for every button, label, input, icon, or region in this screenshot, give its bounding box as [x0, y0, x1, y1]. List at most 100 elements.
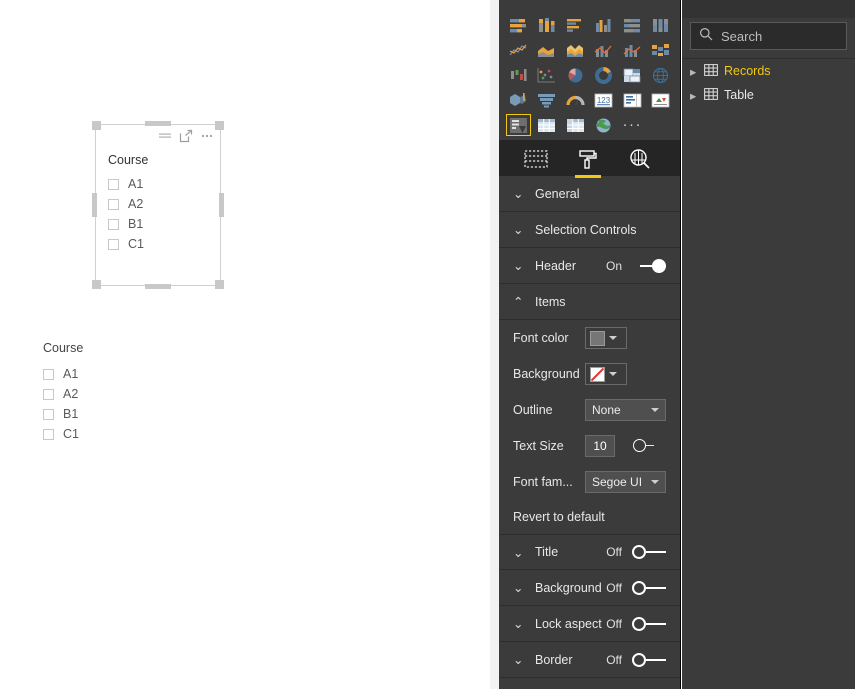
lock-aspect-toggle[interactable]: [632, 616, 666, 631]
items-background-color-picker[interactable]: [585, 363, 627, 385]
stacked-column-chart-icon[interactable]: [534, 14, 559, 36]
multi-row-card-icon[interactable]: [620, 89, 645, 111]
border-toggle[interactable]: [632, 652, 666, 667]
slicer-item[interactable]: A2: [43, 384, 193, 404]
clustered-bar-chart-icon[interactable]: [563, 14, 588, 36]
table-icon[interactable]: [534, 114, 559, 136]
background-toggle[interactable]: [632, 580, 666, 595]
ribbon-chart-icon[interactable]: [648, 39, 673, 61]
fields-pane: Search ▸ Records ▸ Table: [682, 0, 855, 689]
more-options-icon[interactable]: [200, 129, 214, 143]
gallery-empty-slot: [648, 114, 673, 136]
matrix-icon[interactable]: [563, 114, 588, 136]
items-background-label: Background: [513, 367, 580, 381]
area-chart-icon[interactable]: [534, 39, 559, 61]
treemap-icon[interactable]: [620, 64, 645, 86]
field-table-records[interactable]: ▸ Records: [682, 59, 855, 83]
toggle-knob: [632, 652, 646, 667]
field-table-table[interactable]: ▸ Table: [682, 83, 855, 107]
card-icon[interactable]: 123: [591, 89, 616, 111]
chevron-down-icon: ⌄: [513, 187, 524, 201]
title-toggle[interactable]: [632, 545, 666, 559]
outline-value: None: [592, 403, 621, 417]
slicer-item-label: A2: [128, 197, 144, 211]
section-label: Header: [535, 258, 576, 273]
filter-sort-icon[interactable]: [158, 129, 172, 143]
chevron-right-icon[interactable]: ▸: [690, 88, 698, 103]
active-tab-indicator: [575, 175, 601, 178]
outline-dropdown[interactable]: None: [585, 399, 666, 421]
slicer-visual-plain[interactable]: Course A1 A2 B1 C1: [43, 341, 193, 444]
checkbox[interactable]: [108, 238, 119, 250]
slicer-item-label: A2: [63, 387, 79, 401]
scatter-chart-icon[interactable]: [534, 64, 559, 86]
slicer-item[interactable]: C1: [43, 424, 193, 444]
checkbox[interactable]: [108, 198, 119, 210]
line-and-stacked-column-chart-icon[interactable]: [591, 39, 616, 61]
font-family-dropdown[interactable]: Segoe UI: [585, 471, 666, 493]
analytics-tab[interactable]: [625, 146, 655, 176]
gauge-chart-icon[interactable]: [563, 89, 588, 111]
text-size-label: Text Size: [513, 439, 564, 453]
format-section-selection-controls[interactable]: ⌄ Selection Controls: [499, 212, 680, 248]
slicer-item[interactable]: A2: [108, 194, 214, 214]
format-section-title[interactable]: ⌄ Title Off: [499, 534, 680, 570]
line-chart-icon[interactable]: [506, 39, 531, 61]
slicer-item[interactable]: B1: [43, 404, 193, 424]
slicer-icon[interactable]: [505, 114, 531, 136]
slicer-item[interactable]: C1: [108, 234, 214, 254]
map-icon[interactable]: [648, 64, 673, 86]
text-size-input[interactable]: 10: [585, 435, 615, 457]
checkbox[interactable]: [43, 408, 54, 420]
report-canvas[interactable]: Course A1 A2 B1 C1 Course A1 A2 B1 C1: [0, 0, 490, 689]
slicer-item[interactable]: A1: [108, 174, 214, 194]
toggle-knob: [652, 258, 666, 273]
format-section-border[interactable]: ⌄ Border Off: [499, 642, 680, 678]
format-section-general[interactable]: ⌄ General: [499, 176, 680, 212]
stacked-bar-chart-icon[interactable]: [506, 14, 531, 36]
checkbox[interactable]: [43, 368, 54, 380]
more-visuals-icon[interactable]: ···: [620, 114, 645, 136]
hundred-percent-stacked-column-chart-icon[interactable]: [648, 14, 673, 36]
font-color-picker[interactable]: [585, 327, 627, 349]
slider-handle[interactable]: [633, 439, 646, 452]
slicer-visual-selected[interactable]: Course A1 A2 B1 C1: [95, 124, 221, 286]
font-family-value: Segoe UI: [592, 475, 643, 489]
donut-chart-icon[interactable]: [591, 64, 616, 86]
focus-mode-icon[interactable]: [179, 129, 193, 143]
format-section-items[interactable]: ⌃ Items: [499, 284, 680, 320]
header-toggle[interactable]: [632, 258, 666, 273]
waterfall-chart-icon[interactable]: [506, 64, 531, 86]
checkbox[interactable]: [43, 388, 54, 400]
search-input[interactable]: Search: [690, 22, 847, 50]
checkbox[interactable]: [108, 218, 119, 230]
clustered-column-chart-icon[interactable]: [591, 14, 616, 36]
section-label: Selection Controls: [535, 222, 637, 237]
checkbox[interactable]: [108, 178, 119, 190]
slicer-item[interactable]: B1: [108, 214, 214, 234]
filled-map-icon[interactable]: [506, 89, 531, 111]
arcgis-map-icon[interactable]: [591, 114, 616, 136]
chevron-down-icon: ⌄: [513, 259, 524, 273]
slicer-item[interactable]: A1: [43, 364, 193, 384]
hundred-percent-stacked-bar-chart-icon[interactable]: [620, 14, 645, 36]
no-fill-swatch: [590, 366, 605, 382]
revert-to-default-button[interactable]: Revert to default: [499, 500, 680, 534]
line-and-clustered-column-chart-icon[interactable]: [620, 39, 645, 61]
format-tab[interactable]: [573, 146, 603, 178]
slicer-body: Course A1 A2 B1 C1: [108, 153, 214, 254]
format-section-background[interactable]: ⌄ Background Off: [499, 570, 680, 606]
kpi-icon[interactable]: [648, 89, 673, 111]
text-size-slider[interactable]: [629, 435, 666, 457]
table-icon: [704, 63, 718, 79]
format-section-lock-aspect[interactable]: ⌄ Lock aspect Off: [499, 606, 680, 642]
section-label: Background: [535, 580, 602, 595]
pie-chart-icon[interactable]: [563, 64, 588, 86]
chevron-down-icon: ⌄: [513, 545, 524, 560]
format-section-header[interactable]: ⌄ Header On: [499, 248, 680, 284]
checkbox[interactable]: [43, 428, 54, 440]
stacked-area-chart-icon[interactable]: [563, 39, 588, 61]
chevron-right-icon[interactable]: ▸: [690, 64, 698, 79]
fields-tab[interactable]: [521, 146, 551, 176]
funnel-chart-icon[interactable]: [534, 89, 559, 111]
